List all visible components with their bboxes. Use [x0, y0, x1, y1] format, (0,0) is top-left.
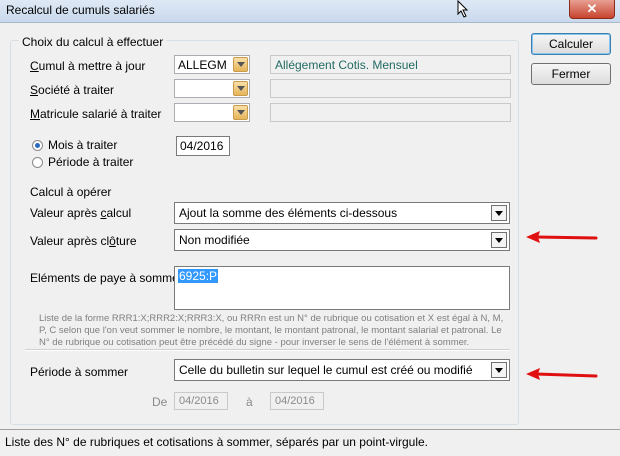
- close-button[interactable]: ✕: [569, 0, 615, 19]
- annotation-arrow-icon: [526, 231, 598, 243]
- status-text: Liste des N° de rubriques et cotisations…: [5, 435, 429, 449]
- de-input[interactable]: 04/2016: [174, 392, 228, 410]
- status-bar: Liste des N° de rubriques et cotisations…: [0, 429, 620, 456]
- matricule-label: Matricule salarié à traiter: [30, 107, 162, 121]
- cumul-combo[interactable]: ALLEGM: [174, 55, 250, 74]
- window-title: Recalcul de cumuls salariés: [6, 3, 155, 17]
- elements-textarea[interactable]: 6925:P: [174, 266, 510, 310]
- periode-sommer-select[interactable]: Celle du bulletin sur lequel le cumul es…: [174, 359, 510, 381]
- apres-calcul-label: Valeur après calcul: [30, 206, 132, 220]
- radio-periode-label[interactable]: Période à traiter: [48, 155, 133, 169]
- annotation-arrow-icon: [526, 368, 598, 380]
- calcul-heading: Calcul à opérer: [30, 185, 112, 199]
- radio-mois[interactable]: [32, 140, 43, 151]
- apres-cloture-value: Non modifiée: [179, 233, 250, 247]
- chevron-down-icon[interactable]: [491, 232, 507, 248]
- societe-combo[interactable]: [174, 79, 250, 98]
- apres-calcul-value: Ajout la somme des éléments ci-dessous: [179, 206, 398, 220]
- periode-sommer-label: Période à sommer: [30, 365, 129, 379]
- a-input[interactable]: 04/2016: [270, 392, 324, 410]
- elements-value: 6925:P: [178, 269, 219, 283]
- separator: [25, 349, 510, 351]
- cumul-value: ALLEGM: [178, 58, 227, 72]
- title-bar: Recalcul de cumuls salariés ✕: [0, 0, 620, 23]
- matricule-combo[interactable]: [174, 103, 250, 122]
- chevron-down-icon[interactable]: [491, 205, 507, 221]
- radio-periode[interactable]: [32, 157, 43, 168]
- chevron-down-icon[interactable]: [491, 362, 507, 378]
- de-label: De: [152, 395, 168, 409]
- chevron-down-icon[interactable]: [233, 81, 248, 96]
- mouse-cursor-icon: [457, 0, 469, 18]
- societe-label: Société à traiter: [30, 83, 115, 97]
- fermer-button[interactable]: Fermer: [531, 63, 611, 85]
- cumul-label: Cumul à mettre à jour: [30, 59, 146, 73]
- periode-sommer-value: Celle du bulletin sur lequel le cumul es…: [179, 363, 473, 377]
- cumul-description: Allégement Cotis. Mensuel: [270, 55, 511, 74]
- chevron-down-icon[interactable]: [233, 57, 248, 72]
- mois-input[interactable]: 04/2016: [176, 136, 230, 156]
- elements-hint: Liste de la forme RRR1:X;RRR2:X;RRR3:X, …: [39, 313, 504, 348]
- apres-cloture-label: Valeur après clôture: [30, 234, 137, 248]
- apres-cloture-select[interactable]: Non modifiée: [174, 229, 510, 251]
- a-label: à: [246, 395, 253, 409]
- societe-description: [270, 79, 511, 98]
- elements-label: Eléments de paye à sommer: [30, 271, 183, 285]
- calculer-button[interactable]: Calculer: [531, 33, 611, 55]
- chevron-down-icon[interactable]: [233, 105, 248, 120]
- group-title: Choix du calcul à effectuer: [19, 35, 167, 49]
- radio-mois-label[interactable]: Mois à traiter: [48, 138, 117, 152]
- apres-calcul-select[interactable]: Ajout la somme des éléments ci-dessous: [174, 202, 510, 224]
- matricule-description: [270, 103, 511, 122]
